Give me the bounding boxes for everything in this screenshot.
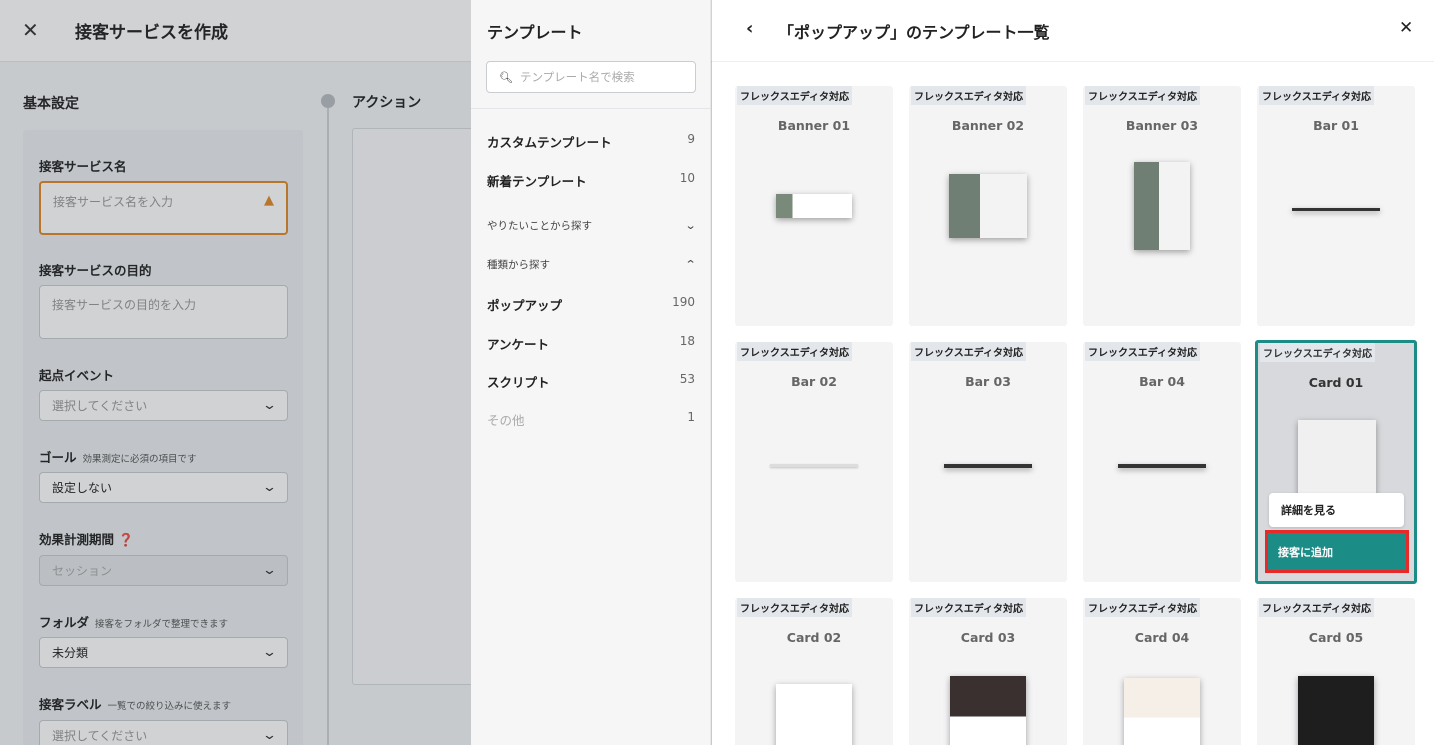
template-card-bar-04[interactable]: フレックスエディタ対応 Bar 04 bbox=[1083, 342, 1241, 582]
template-thumbnail bbox=[776, 684, 852, 745]
flex-editor-tag: フレックスエディタ対応 bbox=[1085, 342, 1200, 361]
template-card-banner-01[interactable]: フレックスエディタ対応 Banner 01 bbox=[735, 86, 893, 326]
template-list-header: ‹ 「ポップアップ」のテンプレート一覧 ✕ bbox=[712, 0, 1434, 62]
template-list-panel: ‹ 「ポップアップ」のテンプレート一覧 ✕ フレックスエディタ対応 Banner… bbox=[712, 0, 1434, 745]
template-search[interactable]: 🔍︎ bbox=[486, 61, 696, 93]
template-name: Card 03 bbox=[960, 630, 1016, 645]
sidebar-item-survey[interactable]: アンケート 18 bbox=[487, 334, 695, 353]
template-thumbnail bbox=[1298, 676, 1374, 745]
sidebar-item-popup[interactable]: ポップアップ 190 bbox=[487, 295, 695, 314]
template-name: Bar 02 bbox=[791, 374, 837, 389]
template-name: Banner 01 bbox=[777, 118, 851, 133]
template-name: Bar 01 bbox=[1313, 118, 1359, 133]
template-card-card-05[interactable]: フレックスエディタ対応 Card 05 bbox=[1257, 598, 1415, 745]
template-card-banner-02[interactable]: フレックスエディタ対応 Banner 02 bbox=[909, 86, 1067, 326]
item-count: 53 bbox=[679, 372, 695, 386]
section-find-by-goal[interactable]: やりたいことから探す ⌄ bbox=[487, 218, 697, 233]
template-name: Card 04 bbox=[1134, 630, 1190, 645]
template-thumbnail bbox=[1124, 678, 1200, 745]
flex-editor-tag: フレックスエディタ対応 bbox=[1260, 343, 1375, 362]
template-thumbnail bbox=[776, 194, 852, 218]
chevron-down-icon: ⌄ bbox=[684, 219, 697, 232]
flex-editor-tag: フレックスエディタ対応 bbox=[737, 598, 852, 617]
item-count: 10 bbox=[679, 171, 695, 185]
flex-editor-tag: フレックスエディタ対応 bbox=[737, 342, 852, 361]
template-name: Banner 02 bbox=[951, 118, 1025, 133]
item-count: 18 bbox=[679, 334, 695, 348]
template-thumbnail bbox=[1134, 162, 1190, 250]
chevron-up-icon: ⌃ bbox=[684, 258, 697, 271]
item-count: 190 bbox=[672, 295, 695, 309]
sidebar-item-new-templates[interactable]: 新着テンプレート 10 bbox=[487, 171, 695, 190]
template-thumbnail bbox=[949, 174, 1027, 238]
template-card-bar-03[interactable]: フレックスエディタ対応 Bar 03 bbox=[909, 342, 1067, 582]
template-card-bar-01[interactable]: フレックスエディタ対応 Bar 01 bbox=[1257, 86, 1415, 326]
template-thumbnail bbox=[1118, 464, 1206, 468]
template-thumbnail bbox=[1298, 420, 1376, 498]
template-thumbnail bbox=[770, 464, 858, 467]
template-thumbnail bbox=[944, 464, 1032, 468]
template-card-bar-02[interactable]: フレックスエディタ対応 Bar 02 bbox=[735, 342, 893, 582]
sidebar-title: テンプレート bbox=[487, 23, 583, 42]
sidebar-item-other[interactable]: その他 1 bbox=[487, 410, 695, 429]
item-count: 1 bbox=[687, 410, 695, 424]
view-details-button[interactable]: 詳細を見る bbox=[1269, 493, 1404, 527]
flex-editor-tag: フレックスエディタ対応 bbox=[1085, 86, 1200, 105]
template-list-title: 「ポップアップ」のテンプレート一覧 bbox=[778, 23, 1050, 42]
sidebar-item-script[interactable]: スクリプト 53 bbox=[487, 372, 695, 391]
template-card-card-01[interactable]: フレックスエディタ対応 Card 01 詳細を見る 接客に追加 bbox=[1255, 340, 1417, 584]
section-find-by-type[interactable]: 種類から探す ⌃ bbox=[487, 257, 697, 272]
template-search-input[interactable] bbox=[519, 70, 690, 84]
flex-editor-tag: フレックスエディタ対応 bbox=[911, 86, 1026, 105]
close-icon[interactable]: ✕ bbox=[1399, 18, 1413, 38]
template-name: Bar 03 bbox=[965, 374, 1011, 389]
flex-editor-tag: フレックスエディタ対応 bbox=[1259, 86, 1374, 105]
template-name: Card 02 bbox=[786, 630, 842, 645]
template-name: Card 01 bbox=[1308, 375, 1364, 390]
template-name: Bar 04 bbox=[1139, 374, 1185, 389]
template-sidebar: テンプレート 🔍︎ カスタムテンプレート 9 新着テンプレート 10 やりたいこ… bbox=[471, 0, 711, 745]
back-icon[interactable]: ‹ bbox=[746, 18, 753, 39]
flex-editor-tag: フレックスエディタ対応 bbox=[911, 342, 1026, 361]
sidebar-divider bbox=[471, 108, 711, 109]
flex-editor-tag: フレックスエディタ対応 bbox=[737, 86, 852, 105]
template-card-card-04[interactable]: フレックスエディタ対応 Card 04 bbox=[1083, 598, 1241, 745]
item-count: 9 bbox=[687, 132, 695, 146]
search-icon: 🔍︎ bbox=[499, 70, 513, 84]
sidebar-item-custom-templates[interactable]: カスタムテンプレート 9 bbox=[487, 132, 695, 151]
template-name: Banner 03 bbox=[1125, 118, 1199, 133]
flex-editor-tag: フレックスエディタ対応 bbox=[1085, 598, 1200, 617]
flex-editor-tag: フレックスエディタ対応 bbox=[1259, 598, 1374, 617]
template-name: Card 05 bbox=[1308, 630, 1364, 645]
add-to-service-button[interactable]: 接客に追加 bbox=[1265, 530, 1409, 573]
template-card-card-02[interactable]: フレックスエディタ対応 Card 02 bbox=[735, 598, 893, 745]
template-card-banner-03[interactable]: フレックスエディタ対応 Banner 03 bbox=[1083, 86, 1241, 326]
flex-editor-tag: フレックスエディタ対応 bbox=[911, 598, 1026, 617]
template-card-card-03[interactable]: フレックスエディタ対応 Card 03 bbox=[909, 598, 1067, 745]
template-thumbnail bbox=[950, 676, 1026, 745]
template-thumbnail bbox=[1292, 208, 1380, 211]
